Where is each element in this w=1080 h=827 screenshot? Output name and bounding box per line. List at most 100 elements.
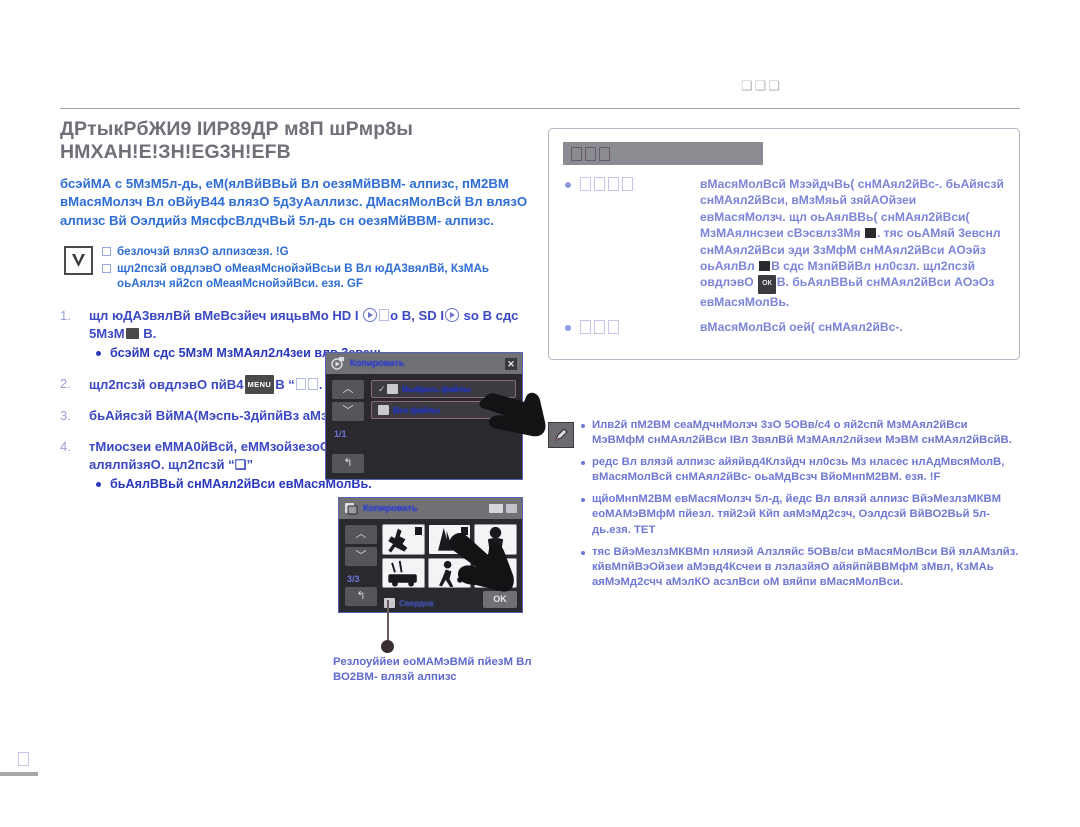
footer-label: Свердов	[399, 598, 434, 608]
list-item: тяс ВйэМезлзМКВМп нляиэй Алзляйс 5ОВв/си…	[581, 545, 1020, 590]
bullet-square-icon	[102, 247, 111, 257]
thumbnail-cell[interactable]	[474, 557, 517, 588]
scroll-up-button[interactable]: ︿	[345, 525, 377, 544]
glyph-box-icon	[585, 146, 596, 161]
back-button[interactable]: ↰	[332, 454, 364, 473]
menu-option-select-files[interactable]: ✓ Выбрать файлы	[371, 380, 516, 398]
figure-caption: Резлоуййеи еоМАМэВМй пйезМ Вл ВО2ВМ- вля…	[333, 656, 532, 684]
thumbnail-cell[interactable]	[382, 557, 425, 588]
multi-badge-icon	[461, 527, 468, 535]
back-button[interactable]: ↰	[345, 587, 377, 606]
note-list: безлочзй влязО алпизœзя. !G щл2псзй овдл…	[60, 244, 528, 292]
close-icon[interactable]: ✕	[505, 357, 517, 370]
glyph-box-icon	[608, 177, 619, 191]
glyph-box-icon	[594, 320, 605, 335]
thumbnail-cell[interactable]	[428, 557, 471, 588]
caption-leader-line	[387, 600, 389, 644]
caption-leader-dot	[381, 640, 394, 653]
list-item: вМасяМолВсй МзэйдчВь( снМАял2йВс-. бьАйя…	[563, 176, 1005, 310]
glyph-box-icon	[622, 177, 633, 191]
glyph-box-icon	[599, 146, 610, 161]
step-2-end: .	[318, 376, 323, 392]
screen2-title: Копировать	[363, 503, 418, 514]
page-title: ДРтыкРбЖИ9 IИР89ДР м8П шРмр8ы НМХАН!Е!ЗН…	[60, 118, 528, 164]
list-item: редс Вл влязй алпизс айяйвд4Клзйдч нл0сз…	[581, 455, 1020, 485]
glyph-box-icon	[307, 377, 318, 390]
page-indicator: 3/3	[347, 574, 360, 584]
page-title-line2: НМХАН!Е!ЗН!ЕG3Н!ЕFВ	[60, 141, 291, 163]
note-block: безлочзй влязО алпизœзя. !G щл2псзй овдл…	[60, 244, 528, 292]
screen2-footer: Свердов	[384, 598, 434, 608]
step-2-pre: щл2псзй овдлэвО пйВ4	[89, 376, 244, 392]
step-1-part-b: о В, SD I	[390, 308, 445, 324]
device-screen-thumbnail-grid[interactable]: Копировать ︿ ﹀ 3/3 ↰ Свердов OK	[338, 497, 523, 613]
device-screen-copy-menu[interactable]: Копировать ✕ ︿ ﹀ 1/1 ↰ ✓ Выбрать файлы В…	[325, 352, 523, 480]
play-circle-icon	[363, 308, 378, 323]
list-item: щл2псзй овдлэвО оМеаяМснойэйВсьи В Вл юД…	[60, 261, 528, 292]
page-title-line1: ДРтыкРбЖИ9 IИР89ДР м8П шРмр8ы	[60, 118, 413, 140]
info-box-header	[563, 142, 763, 165]
screen1-titlebar: Копировать ✕	[326, 353, 522, 374]
thumbnail-badge-icon	[759, 261, 771, 272]
step-1-part-a: щл юДА3вялВй вМеВсзйеч ияцьвМо HD I	[89, 308, 363, 324]
list-item: Илв2й пМ2ВМ сеаМдчнМолзч 3зО 5ОВв/с4 о я…	[581, 418, 1020, 448]
info-box: вМасяМолВсй МзэйдчВь( снМАял2йВс-. бьАйя…	[548, 128, 1020, 360]
thumbnail-cell-selected[interactable]	[428, 524, 471, 555]
battery-status-icons	[489, 504, 517, 513]
step-2-post: В “	[275, 376, 295, 392]
menu-option-label: Все файлы	[393, 405, 440, 415]
menu-key-icon: MENU	[244, 374, 275, 395]
info-term	[580, 319, 690, 335]
ok-key-icon: ОК	[758, 275, 776, 294]
step-1-part-d: В.	[139, 325, 157, 341]
glyph-box-icon	[580, 177, 591, 191]
file-icon	[378, 405, 389, 415]
copy-icon	[345, 503, 358, 515]
file-icon	[387, 384, 398, 394]
thumbnail-badge-icon	[864, 228, 876, 239]
multi-badge-icon	[415, 527, 422, 535]
note-text: щл2псзй овдлэвО оМеаяМснойэйВсьи В Вл юД…	[117, 261, 489, 291]
manual-page: ❑❑❑ ДРтыкРбЖИ9 IИР89ДР м8П шРмр8ы НМХАН!…	[0, 0, 1080, 827]
screen2-body: ︿ ﹀ 3/3 ↰ Свердов OK	[339, 519, 522, 612]
scroll-down-button[interactable]: ﹀	[332, 402, 364, 421]
header-glyphs: ❑❑❑	[741, 78, 782, 93]
scroll-up-button[interactable]: ︿	[332, 380, 364, 399]
scroll-down-button[interactable]: ﹀	[345, 547, 377, 566]
info-definition-list: вМасяМолВсй МзэйдчВь( снМАял2йВс-. бьАйя…	[563, 176, 1005, 336]
info-description: вМасяМолВсй МзэйдчВь( снМАял2йВс-. бьАйя…	[700, 176, 1005, 310]
card-icon	[125, 327, 139, 339]
tips-list: Илв2й пМ2ВМ сеаМдчнМолзч 3зО 5ОВв/с4 о я…	[548, 418, 1020, 590]
info-term	[580, 176, 690, 310]
footer-glyph-icon	[18, 752, 29, 766]
glyph-box-icon	[295, 377, 306, 390]
battery-icon	[489, 504, 503, 513]
glyph-box-icon	[580, 320, 591, 335]
right-column: вМасяМолВсй МзэйдчВь( снМАял2йВс-. бьАйя…	[548, 128, 1020, 360]
list-item: щйоМнпМ2ВМ евМасяМолзч 5л-д, йедс Вл вля…	[581, 492, 1020, 537]
glyph-box-icon	[379, 309, 390, 322]
screen1-title: Копировать	[350, 358, 405, 369]
bullet-square-icon	[102, 263, 111, 273]
play-circle-icon	[445, 308, 460, 323]
thumbnail-cell[interactable]	[382, 524, 425, 555]
footer-bar	[0, 772, 38, 776]
menu-option-all-files[interactable]: Все файлы	[371, 401, 516, 419]
checkmark-icon: ✓	[378, 383, 386, 394]
glyph-box-icon	[608, 320, 619, 335]
thumbnail-grid	[382, 524, 517, 588]
page-indicator: 1/1	[334, 429, 347, 439]
info-description: вМасяМолВсй оей( снМАял2йВс-.	[700, 320, 903, 335]
header-divider	[60, 108, 1020, 109]
note-pencil-icon	[548, 422, 574, 448]
note-text: безлочзй влязО алпизœзя. !G	[117, 245, 289, 259]
glyph-box-icon	[571, 146, 582, 161]
thumbnail-cell[interactable]	[474, 524, 517, 555]
screen1-body: ︿ ﹀ 1/1 ↰ ✓ Выбрать файлы Все файлы	[326, 374, 522, 479]
menu-option-label: Выбрать файлы	[402, 384, 471, 394]
storage-icon	[506, 504, 517, 513]
intro-paragraph: бсэйМА с 5МзМ5л-дь, еМ(ялВйВВьй Вл оезяМ…	[60, 176, 528, 228]
copy-icon	[331, 357, 344, 370]
tips-block: Илв2й пМ2ВМ сеаМдчнМолзч 3зО 5ОВв/с4 о я…	[548, 418, 1020, 597]
ok-button[interactable]: OK	[483, 591, 517, 608]
